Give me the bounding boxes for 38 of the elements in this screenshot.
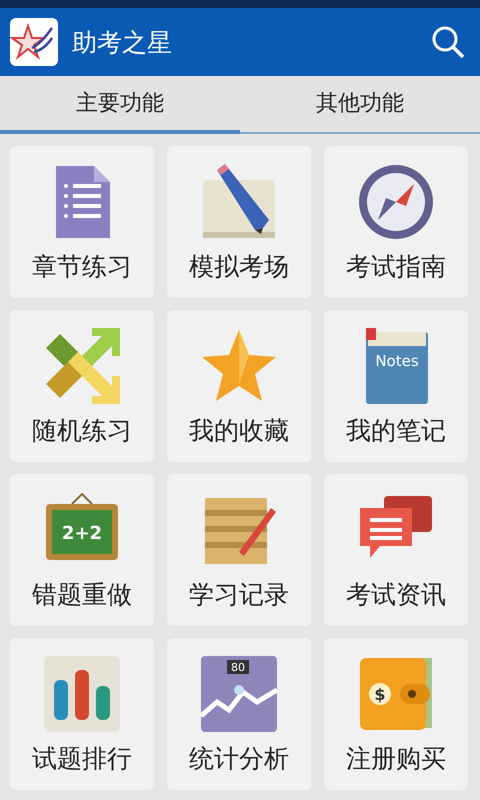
chalkboard-text: 2+2 bbox=[62, 522, 102, 544]
feature-label: 考试指南 bbox=[346, 250, 446, 282]
dollar-sign: $ bbox=[374, 684, 386, 704]
feature-tile[interactable]: 随机练习 bbox=[10, 310, 154, 462]
app-title: 助考之星 bbox=[72, 26, 173, 58]
feature-label: 学习记录 bbox=[189, 578, 289, 610]
feature-tile[interactable]: 学习记录 bbox=[167, 474, 311, 626]
feature-label: 注册购买 bbox=[346, 742, 446, 774]
feature-label: 模拟考场 bbox=[189, 250, 289, 282]
tab[interactable]: 其他功能 bbox=[240, 76, 480, 134]
feature-tile[interactable]: 80 统计分析 bbox=[167, 638, 311, 790]
search-icon[interactable] bbox=[430, 24, 466, 60]
feature-tile[interactable]: 试题排行 bbox=[10, 638, 154, 790]
star-logo-icon bbox=[10, 18, 58, 66]
feature-tile[interactable]: 考试资讯 bbox=[324, 474, 468, 626]
feature-label: 章节练习 bbox=[32, 250, 132, 282]
feature-label: 统计分析 bbox=[189, 742, 289, 774]
wallet-icon bbox=[360, 658, 432, 730]
feature-label: 我的收藏 bbox=[189, 414, 289, 446]
feature-label: 错题重做 bbox=[32, 578, 132, 610]
feature-tile[interactable]: $ 注册购买 bbox=[324, 638, 468, 790]
feature-tile[interactable]: 考试指南 bbox=[324, 146, 468, 298]
feature-tile[interactable]: 我的收藏 bbox=[167, 310, 311, 462]
feature-tile[interactable]: Notes 我的笔记 bbox=[324, 310, 468, 462]
feature-tile[interactable]: 模拟考场 bbox=[167, 146, 311, 298]
tab[interactable]: 主要功能 bbox=[0, 76, 240, 134]
feature-label: 随机练习 bbox=[32, 414, 132, 446]
graph-value-label: 80 bbox=[231, 660, 245, 674]
feature-label: 试题排行 bbox=[32, 742, 132, 774]
feature-tile[interactable]: 章节练习 bbox=[10, 146, 154, 298]
notebook-icon bbox=[366, 328, 428, 404]
feature-label: 考试资讯 bbox=[346, 578, 446, 610]
feature-label: 我的笔记 bbox=[346, 414, 446, 446]
bar-chart-icon bbox=[42, 654, 122, 734]
notebook-label: Notes bbox=[375, 352, 419, 370]
chalkboard-icon bbox=[46, 492, 118, 560]
feature-tile[interactable]: 2+2 错题重做 bbox=[10, 474, 154, 626]
line-graph-icon bbox=[199, 656, 278, 732]
